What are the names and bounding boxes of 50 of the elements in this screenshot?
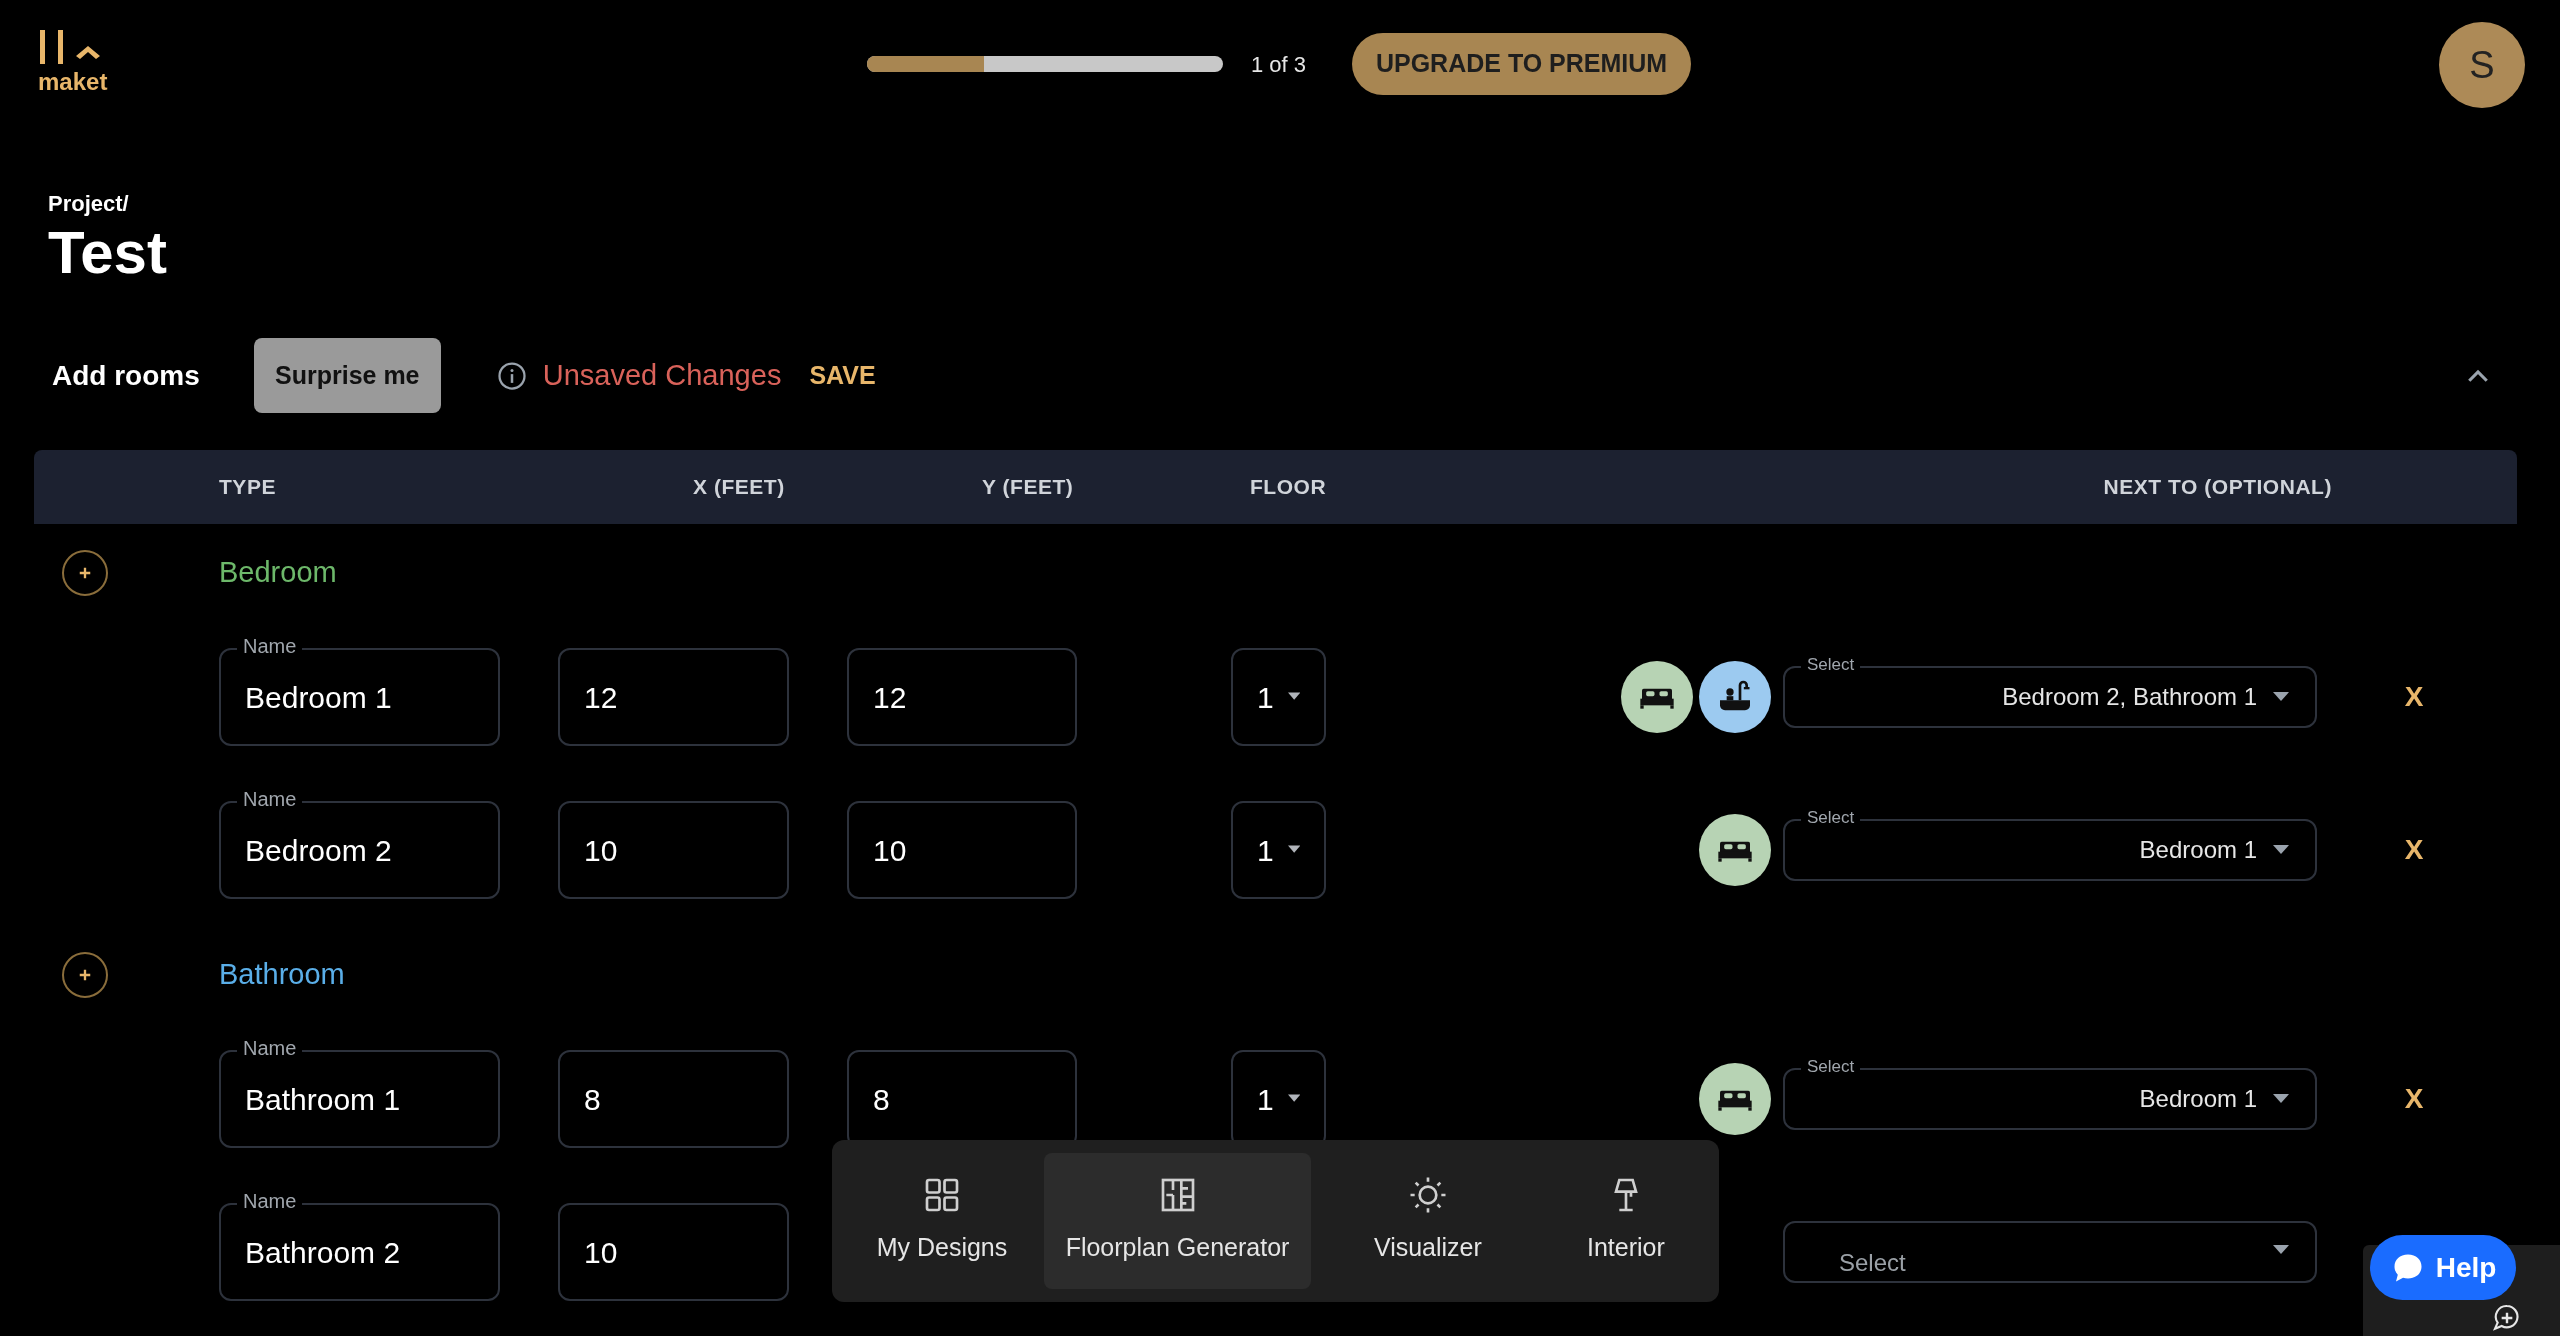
remove-button[interactable]: X <box>2403 676 2425 718</box>
x-field[interactable]: 10 <box>558 1203 789 1301</box>
upgrade-button[interactable]: UPGRADE TO PREMIUM <box>1352 33 1692 95</box>
caret-icon <box>1287 692 1300 702</box>
section-heading: Add rooms <box>52 358 200 393</box>
x-field[interactable]: 10 <box>558 801 789 899</box>
breadcrumb[interactable]: Project/ <box>48 190 2560 218</box>
dropdown-value: Bedroom 1 <box>2139 1084 2257 1114</box>
y-field[interactable]: 12 <box>847 648 1077 746</box>
caret-icon <box>2273 845 2289 855</box>
save-button[interactable]: SAVE <box>809 356 876 395</box>
column-header: TYPE <box>219 474 277 501</box>
nav-tab[interactable]: Visualizer <box>1315 1153 1541 1289</box>
room-type: Bedroom <box>219 555 337 591</box>
caret-icon <box>1287 845 1300 855</box>
help-button[interactable]: Help <box>2370 1235 2516 1300</box>
x-field[interactable]: 12 <box>558 648 789 746</box>
logo-text: maket <box>38 68 108 96</box>
unsaved-status: Unsaved Changes <box>542 357 782 393</box>
progress-reading: 1 of 3 <box>1251 50 1307 79</box>
room-type: Bathroom <box>219 957 345 993</box>
dropdown-value: Bedroom 2, Bathroom 1 <box>2002 682 2257 712</box>
add-room-button[interactable] <box>62 550 108 596</box>
floor-dropdown[interactable]: 1 <box>1231 801 1326 899</box>
caret-icon <box>2273 692 2289 702</box>
y-field[interactable]: 10 <box>847 801 1077 899</box>
column-header: NEXT TO (OPTIONAL) <box>2103 474 2332 501</box>
nav-tab[interactable]: Floorplan Generator <box>1043 1153 1312 1289</box>
project-title: Test <box>48 218 168 288</box>
surprise-button[interactable]: Surprise me <box>253 338 441 413</box>
floor-dropdown[interactable]: 1 <box>1231 648 1326 746</box>
info-icon <box>496 360 527 391</box>
dropdown-value: Bedroom 1 <box>2139 835 2257 865</box>
remove-button[interactable]: X <box>2403 1078 2425 1120</box>
column-header: X (FEET) <box>693 474 786 501</box>
caret-icon <box>1287 1094 1300 1104</box>
caret-icon <box>2273 1094 2289 1104</box>
x-field[interactable]: 8 <box>558 1050 789 1148</box>
nav-tab[interactable]: My Designs <box>844 1153 1040 1289</box>
plus-icon <box>78 566 92 580</box>
dropdown-placeholder: Select <box>1839 1249 1906 1277</box>
plus-icon <box>78 968 92 982</box>
caret-icon <box>2273 1245 2289 1255</box>
next-to-dropdown[interactable]: Select <box>1783 1221 2317 1283</box>
nav-tab[interactable]: Interior <box>1544 1153 1707 1289</box>
remove-button[interactable]: X <box>2403 829 2425 871</box>
add-room-button[interactable] <box>62 952 108 998</box>
avatar[interactable]: S <box>2439 22 2525 108</box>
column-header: FLOOR <box>1250 474 1328 501</box>
column-header: Y (FEET) <box>982 474 1075 501</box>
